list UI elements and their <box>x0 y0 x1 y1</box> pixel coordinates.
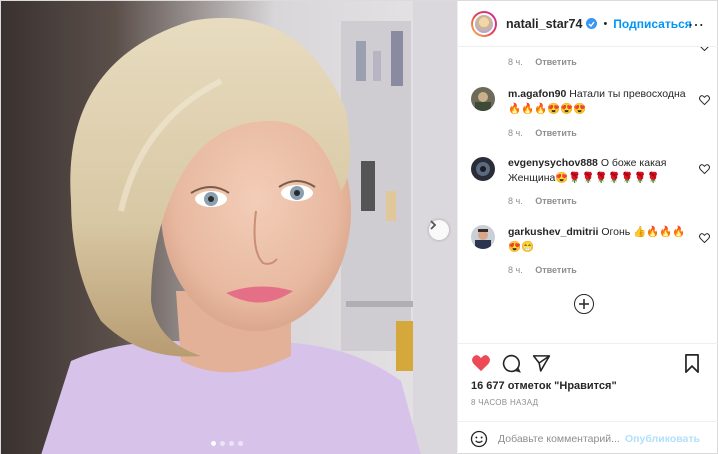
comment-meta: 8 ч. Ответить <box>508 128 577 138</box>
comment-icon[interactable] <box>502 354 521 373</box>
heart-icon[interactable] <box>699 164 710 174</box>
reply-button[interactable]: Ответить <box>535 128 577 138</box>
header-separator: • <box>603 17 608 30</box>
commenter-username[interactable]: evgenysychov888 <box>508 157 598 169</box>
chevron-right-icon <box>430 220 437 230</box>
comment-text: m.agafon90 Натали ты превосходна 🔥🔥🔥😍😍😍 <box>508 87 688 117</box>
commenter-avatar[interactable] <box>471 157 495 181</box>
verified-icon <box>586 18 598 29</box>
instagram-post: natali_star74 • Подписаться ⋯ 8 ч. Ответ… <box>0 0 718 454</box>
follow-button[interactable]: Подписаться <box>613 17 691 31</box>
commenter-avatar[interactable] <box>471 225 495 249</box>
comment-text: garkushev_dmitrii Огонь 👍🔥🔥🔥😍😁 <box>508 225 688 255</box>
load-more-comments-button[interactable] <box>574 294 594 314</box>
carousel-dot <box>238 441 243 446</box>
more-icon[interactable]: ⋯ <box>688 15 704 35</box>
next-slide-button[interactable] <box>429 220 449 240</box>
post-time: 8 ЧАСОВ НАЗАД <box>471 398 539 407</box>
comment-time: 8 ч. <box>508 57 523 67</box>
carousel-dot <box>229 441 234 446</box>
comment-meta: 8 ч. Ответить <box>508 196 577 206</box>
reply-button[interactable]: Ответить <box>535 265 577 275</box>
comment-input[interactable] <box>498 432 623 445</box>
heart-icon[interactable] <box>699 95 710 105</box>
carousel-dot <box>220 441 225 446</box>
reply-button[interactable]: Ответить <box>535 196 577 206</box>
comments-list: 8 ч. Ответить m.agafon90 Натали ты прево… <box>458 47 718 343</box>
reply-button[interactable]: Ответить <box>535 57 577 67</box>
comment-text: evgenysychov888 О боже какая Женщина😍🌹🌹🌹… <box>508 156 688 186</box>
commenter-username[interactable]: m.agafon90 <box>508 88 566 100</box>
plus-circle-icon <box>579 299 589 309</box>
add-comment-bar: Опубликовать <box>458 421 718 454</box>
carousel-dots <box>211 441 243 446</box>
publish-button[interactable]: Опубликовать <box>625 433 700 445</box>
carousel-dot <box>211 441 216 446</box>
portrait-image <box>1 1 457 454</box>
heart-icon[interactable] <box>471 354 491 372</box>
comment-time: 8 ч. <box>508 196 523 206</box>
comment-time: 8 ч. <box>508 265 523 275</box>
post-actions: 16 677 отметок "Нравится" 8 ЧАСОВ НАЗАД <box>458 343 718 413</box>
author-username[interactable]: natali_star74 <box>506 17 582 31</box>
heart-icon[interactable] <box>699 233 710 243</box>
commenter-username[interactable]: garkushev_dmitrii <box>508 226 598 238</box>
post-photo[interactable] <box>1 1 457 454</box>
commenter-avatar[interactable] <box>471 87 495 111</box>
post-header: natali_star74 • Подписаться ⋯ <box>458 1 718 47</box>
likes-count[interactable]: 16 677 отметок "Нравится" <box>471 380 617 392</box>
bookmark-icon[interactable] <box>684 354 700 373</box>
emoji-icon[interactable] <box>470 430 488 448</box>
comment-meta: 8 ч. Ответить <box>508 57 577 67</box>
comment-time: 8 ч. <box>508 128 523 138</box>
heart-icon[interactable] <box>699 47 710 51</box>
share-icon[interactable] <box>532 354 551 372</box>
author-avatar[interactable] <box>471 10 497 37</box>
comment-meta: 8 ч. Ответить <box>508 265 577 275</box>
post-side-panel: natali_star74 • Подписаться ⋯ 8 ч. Ответ… <box>457 1 718 454</box>
